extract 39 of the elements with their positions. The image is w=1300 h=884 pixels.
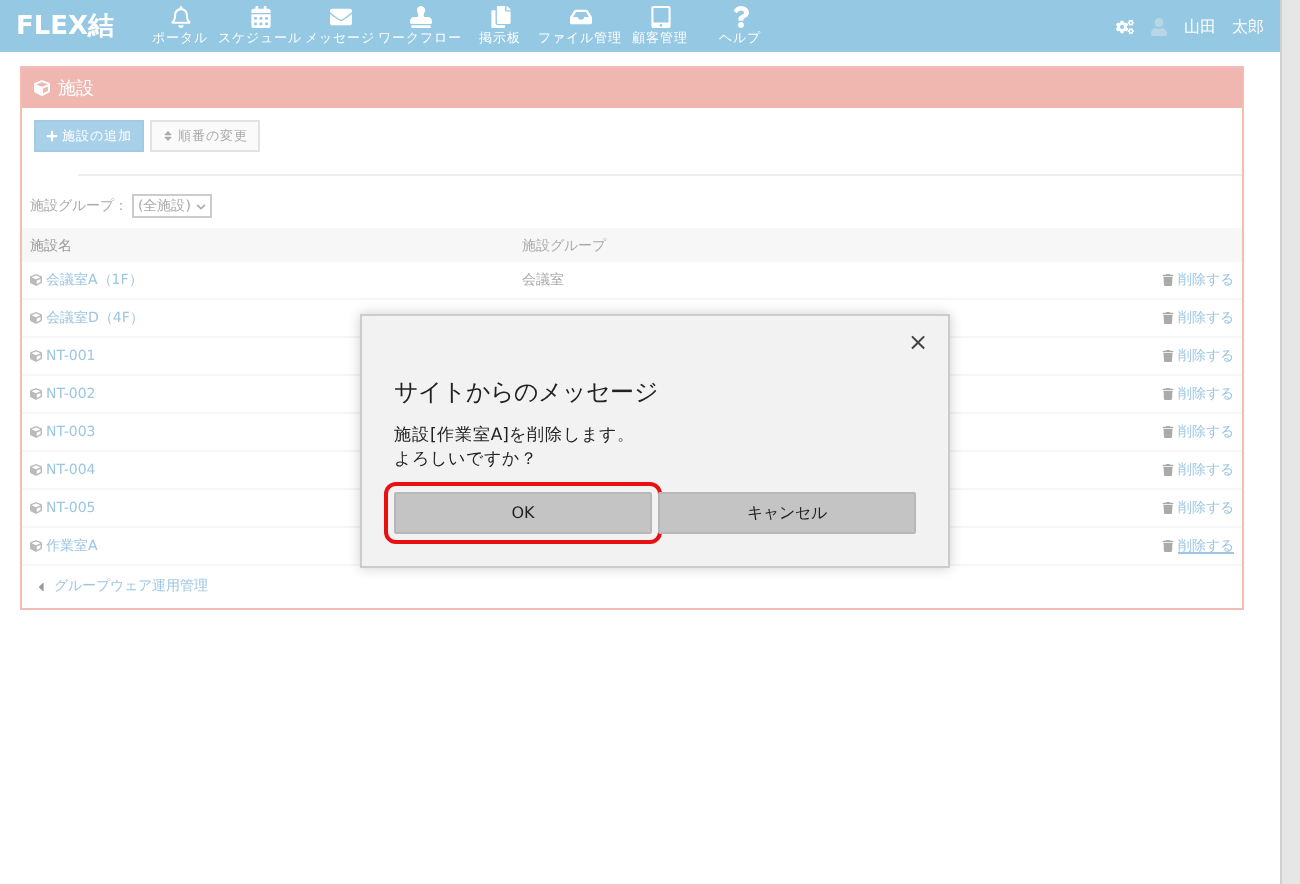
cube-icon [30,274,42,286]
panel-title: 施設 [58,77,94,101]
trash-icon [1162,274,1174,286]
logo[interactable]: FLEX結 [16,8,115,44]
trash-icon [1162,426,1174,438]
trash-icon [1162,464,1174,476]
close-button[interactable]: × [907,328,928,356]
cube-icon [30,350,42,362]
tablet-icon [649,5,672,27]
plus-icon [46,130,58,142]
user-icon [1150,17,1168,35]
cube-icon [30,540,42,552]
sort-icon [162,130,174,142]
user-name[interactable]: 山田 太郎 [1184,15,1264,37]
scrollbar[interactable] [1280,0,1300,884]
dialog-message: 施設[作業室A]を削除します。 よろしいですか？ [394,424,637,472]
stamp-icon [409,5,432,27]
calendar-icon [249,5,272,27]
trash-icon [1162,502,1174,514]
dialog-title: サイトからのメッセージ [394,376,660,410]
dialog-button[interactable]: キャンセル [658,492,916,534]
trash-icon [1162,350,1174,362]
trash-icon [1162,540,1174,552]
cube-icon [30,464,42,476]
trash-icon [1162,312,1174,324]
bell-icon [169,5,192,27]
cube-icon [30,426,42,438]
chevron-icon [196,201,207,211]
caret-icon [34,579,48,593]
cube-icon [30,312,42,324]
cube-icon [30,388,42,400]
documents-icon [489,5,512,27]
inbox-icon [569,5,592,27]
trash-icon [1162,388,1174,400]
help-icon [729,5,752,27]
envelope-icon [329,5,352,27]
cube-icon [30,502,42,514]
cube-icon [34,80,50,96]
settings-icon[interactable] [1116,17,1134,35]
